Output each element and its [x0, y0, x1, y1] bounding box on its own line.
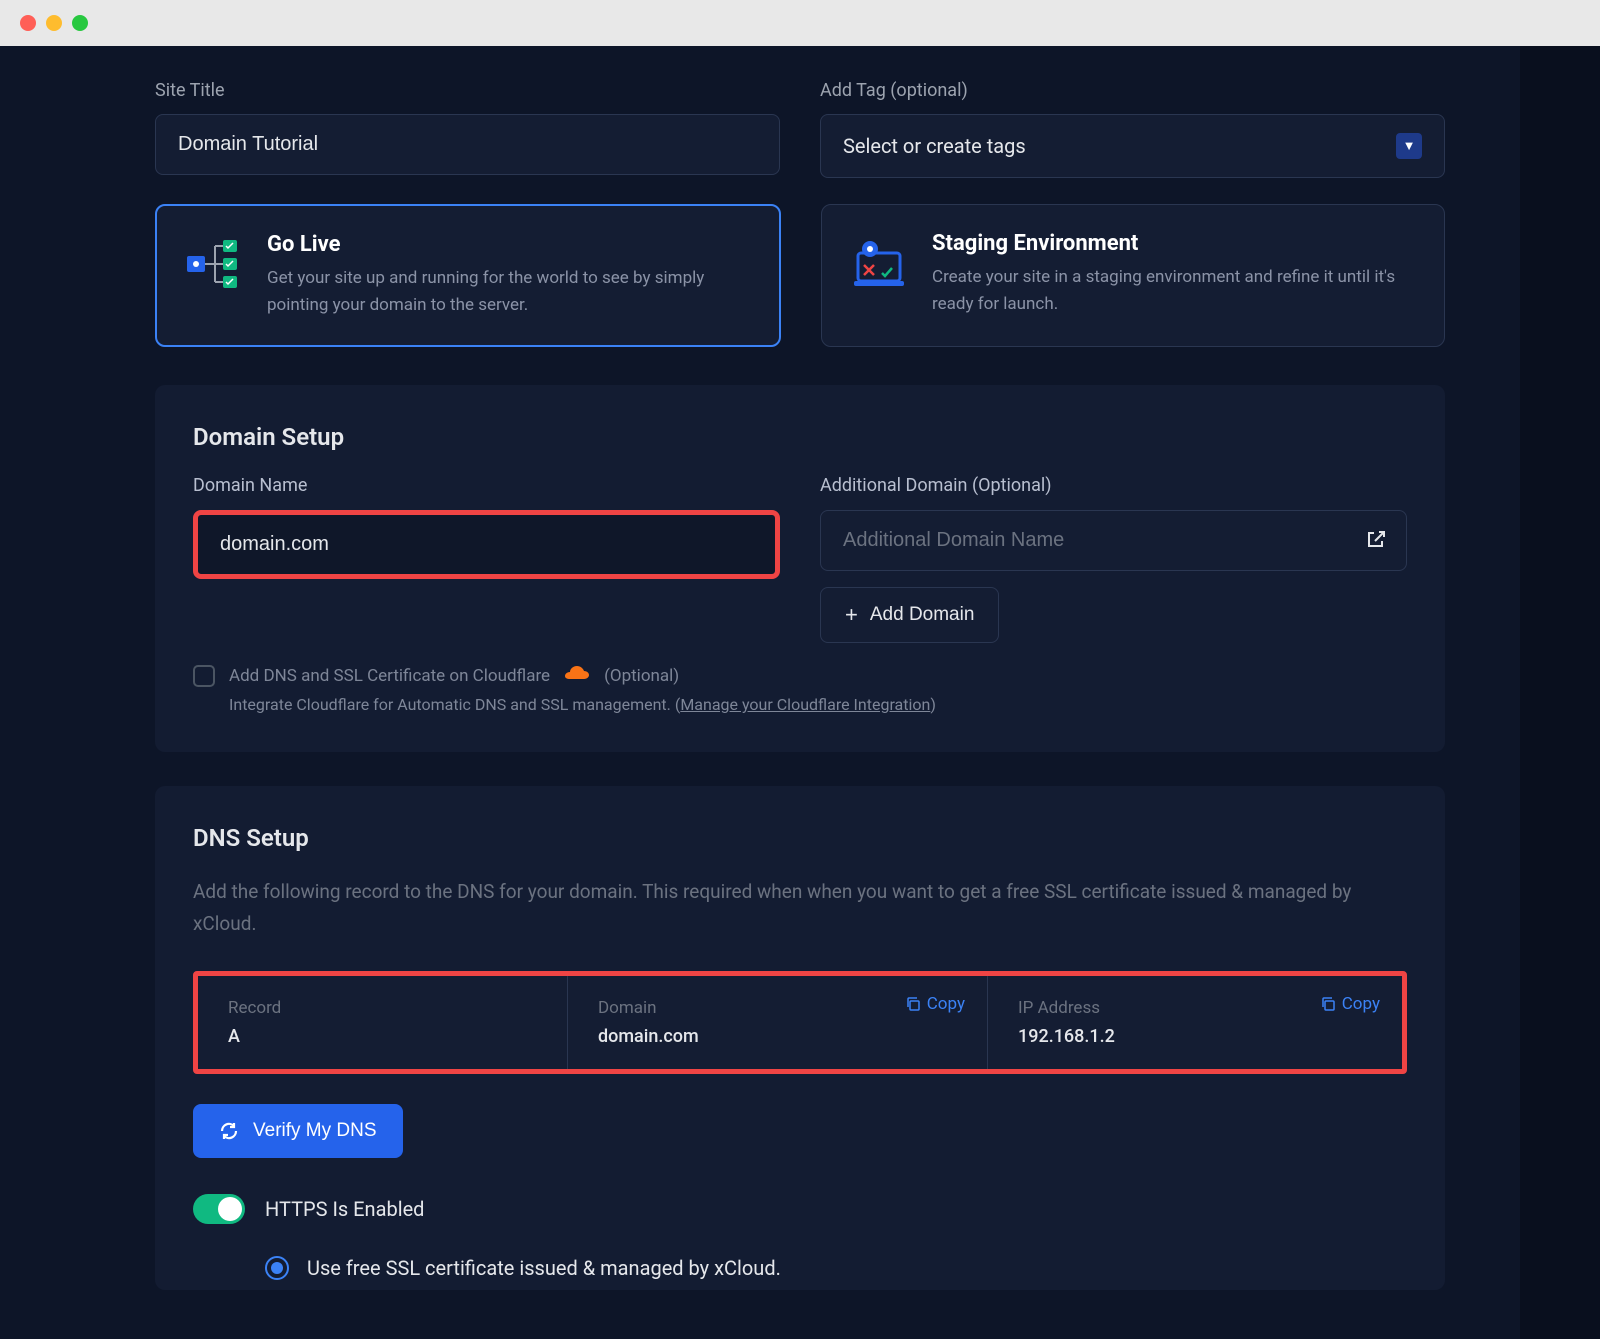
dns-setup-panel: DNS Setup Add the following record to th…: [155, 786, 1445, 1290]
add-domain-label: Add Domain: [870, 604, 975, 626]
radio-dot: [271, 1262, 283, 1274]
toggle-knob: [218, 1197, 242, 1221]
refresh-icon: [219, 1121, 239, 1141]
cloudflare-checkbox-label: Add DNS and SSL Certificate on Cloudflar…: [229, 666, 550, 686]
domain-setup-panel: Domain Setup Domain Name Additional Doma…: [155, 385, 1445, 752]
cloudflare-manage-link[interactable]: Manage your Cloudflare Integration: [680, 695, 930, 714]
close-window-button[interactable]: [20, 15, 36, 31]
go-live-card[interactable]: Go Live Get your site up and running for…: [155, 204, 781, 347]
https-toggle-label: HTTPS Is Enabled: [265, 1197, 424, 1221]
chevron-down-icon: ▼: [1396, 133, 1422, 159]
tag-select-placeholder: Select or create tags: [843, 134, 1026, 158]
add-domain-button[interactable]: + Add Domain: [820, 587, 999, 643]
tag-select[interactable]: Select or create tags ▼: [820, 114, 1445, 178]
domain-name-input[interactable]: [193, 510, 780, 579]
site-title-label: Site Title: [155, 80, 780, 101]
verify-dns-button[interactable]: Verify My DNS: [193, 1104, 403, 1158]
dns-setup-desc: Add the following record to the DNS for …: [193, 876, 1407, 939]
dns-record-value: A: [228, 1026, 537, 1047]
dns-domain-label: Domain: [598, 998, 957, 1018]
additional-domain-label: Additional Domain (Optional): [820, 475, 1407, 496]
domain-name-label: Domain Name: [193, 475, 780, 496]
staging-icon: [850, 235, 908, 293]
cloudflare-optional-label: (Optional): [604, 666, 679, 686]
add-tag-label: Add Tag (optional): [820, 80, 1445, 101]
site-title-input[interactable]: [155, 114, 780, 175]
dns-setup-title: DNS Setup: [193, 824, 1407, 852]
https-toggle[interactable]: [193, 1194, 245, 1224]
staging-title: Staging Environment: [932, 231, 1416, 256]
copy-domain-button[interactable]: Copy: [905, 994, 965, 1014]
minimize-window-button[interactable]: [46, 15, 62, 31]
go-live-icon: [185, 236, 243, 294]
copy-icon: [905, 996, 921, 1012]
dns-domain-value: domain.com: [598, 1026, 957, 1047]
staging-desc: Create your site in a staging environmen…: [932, 264, 1416, 318]
copy-icon: [1320, 996, 1336, 1012]
domain-setup-title: Domain Setup: [193, 423, 1407, 451]
dns-record-label: Record: [228, 998, 537, 1018]
ssl-free-label: Use free SSL certificate issued & manage…: [307, 1256, 781, 1280]
external-link-icon[interactable]: [1365, 529, 1385, 553]
dns-record-table: Record A Copy Domain domain.com Copy: [193, 971, 1407, 1074]
maximize-window-button[interactable]: [72, 15, 88, 31]
additional-domain-input[interactable]: [820, 510, 1407, 571]
cloudflare-checkbox[interactable]: [193, 665, 215, 687]
cloudflare-helper-text: Integrate Cloudflare for Automatic DNS a…: [229, 695, 1407, 714]
ssl-free-radio[interactable]: [265, 1256, 289, 1280]
staging-card[interactable]: Staging Environment Create your site in …: [821, 204, 1445, 347]
dns-domain-cell: Copy Domain domain.com: [568, 976, 988, 1069]
go-live-desc: Get your site up and running for the wor…: [267, 265, 751, 319]
plus-icon: +: [845, 602, 858, 628]
window-titlebar: [0, 0, 1600, 46]
copy-ip-button[interactable]: Copy: [1320, 994, 1380, 1014]
cloudflare-icon: [564, 666, 590, 687]
dns-ip-value: 192.168.1.2: [1018, 1026, 1372, 1047]
dns-ip-cell: Copy IP Address 192.168.1.2: [988, 976, 1402, 1069]
dns-record-cell: Record A: [198, 976, 568, 1069]
verify-dns-label: Verify My DNS: [253, 1120, 377, 1142]
go-live-title: Go Live: [267, 232, 751, 257]
